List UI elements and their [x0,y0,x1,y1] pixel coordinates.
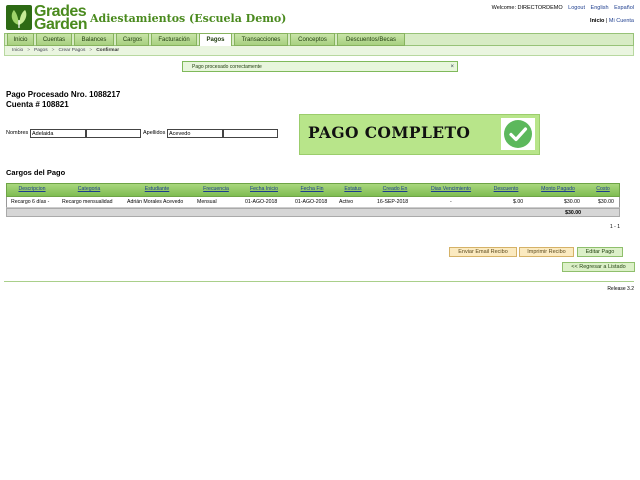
table-footer: $30.00 [6,208,620,217]
column-descripcion[interactable]: Descripcion [18,186,45,192]
breadcrumb-inicio[interactable]: Inicio [12,48,23,53]
edit-payment-button[interactable]: Editar Pago [577,247,623,257]
apellidos-label: Apellidos [143,130,166,136]
column-estudiante[interactable]: Estudiante [145,186,170,192]
brand-name-line2: Garden [34,16,88,33]
column-categoria[interactable]: Categoria [78,186,101,192]
grades-garden-logo[interactable] [6,5,32,30]
english-link[interactable]: English [591,5,609,11]
tab-cuentas[interactable]: Cuentas [36,33,72,46]
breadcrumb-confirmar: Confirmar [96,48,120,53]
column-frecuencia[interactable]: Frecuencia [203,186,229,192]
check-circle-icon [501,118,535,150]
column-costo[interactable]: Costo [596,186,610,192]
nombres-label: Nombres [6,130,29,136]
cell-estudiante: Adrián Morales Acevedo [127,199,184,205]
tab-facturacion[interactable]: Facturación [151,33,197,46]
apellidos-field-2[interactable] [223,129,278,138]
tab-conceptos[interactable]: Conceptos [290,33,335,46]
pagination: 1 - 1 [609,224,620,230]
column-fecha-inicio[interactable]: Fecha Inicio [250,186,278,192]
cell-fecha-fin: 01-AGO-2018 [295,199,328,205]
my-account-link[interactable]: Mi Cuenta [609,18,634,24]
cell-monto-pagado: $30.00 [564,199,580,205]
school-name: Adiestamientos (Escuela Demo) [90,12,287,25]
send-email-receipt-button[interactable]: Enviar Email Recibo [449,247,517,257]
column-dias-vencimiento[interactable]: Dias Vencimiento [431,186,471,192]
payment-complete-banner: PAGO COMPLETO [299,114,540,155]
cell-frecuencia: Mensual [197,199,217,205]
top-links: Welcome: DIRECTORDEMO Logout English Esp… [488,5,634,11]
breadcrumb-separator: > [51,48,55,53]
payment-title: Pago Procesado Nro. 1088217 [6,90,121,99]
cell-descripcion: Recargo 6 días - [11,199,50,205]
cell-descuento: $.00 [513,199,524,205]
breadcrumb-separator: > [27,48,31,53]
apellidos-field[interactable]: Acevedo [167,129,223,138]
success-message-text: Pago procesado correctamente [192,64,262,70]
breadcrumb: Inicio > Pagos > Crear Pagos > Confirmar [4,46,634,56]
breadcrumb-crear-pagos[interactable]: Crear Pagos [58,48,85,53]
close-icon[interactable]: × [450,62,454,72]
footer-divider [4,281,634,282]
cell-dias-vencimiento: - [450,199,452,205]
home-link[interactable]: Inicio [590,18,604,24]
tab-inicio[interactable]: Inicio [7,33,34,46]
tab-balances[interactable]: Balances [74,33,114,46]
tab-descuentos-becas[interactable]: Descuentos/Becas [337,33,405,46]
cell-estatus: Activo [339,199,354,205]
spanish-link[interactable]: Español [614,5,634,11]
cell-costo: $30.00 [598,199,614,205]
leaf-icon [11,10,27,28]
account-separator: | [605,18,608,24]
welcome-text: Welcome: DIRECTORDEMO [491,5,563,11]
tab-pagos[interactable]: Pagos [199,33,232,47]
account-links: Inicio | Mi Cuenta [590,18,634,24]
column-monto-pagado[interactable]: Monto Pagado [541,186,575,192]
column-fecha-fin[interactable]: Fecha Fin [300,186,323,192]
account-number: Cuenta # 108821 [6,100,69,109]
logout-link[interactable]: Logout [568,5,585,11]
cell-categoria: Recargo mensualidad [62,199,113,205]
nombres-field-2[interactable] [86,129,141,138]
payment-complete-text: PAGO COMPLETO [308,123,471,142]
tab-cargos[interactable]: Cargos [116,33,149,46]
tab-transacciones[interactable]: Transacciones [234,33,288,46]
print-receipt-button[interactable]: Imprimir Recibo [519,247,574,257]
breadcrumb-separator: > [89,48,93,53]
breadcrumb-pagos[interactable]: Pagos [34,48,48,53]
release-version: Release 3.2 [607,286,634,292]
cell-creado-en: 16-SEP-2018 [377,199,409,205]
column-descuento[interactable]: Descuento [494,186,519,192]
back-to-list-button[interactable]: << Regresar a Listado [562,262,635,272]
column-estatus[interactable]: Estatus [344,186,361,192]
nombres-field[interactable]: Adelaida [30,129,86,138]
total-amount: $30.00 [565,210,581,216]
column-creado-en[interactable]: Creado En [383,186,408,192]
cell-fecha-inicio: 01-AGO-2018 [245,199,278,205]
charges-title: Cargos del Pago [6,168,66,177]
success-message: Pago procesado correctamente × [182,61,458,72]
